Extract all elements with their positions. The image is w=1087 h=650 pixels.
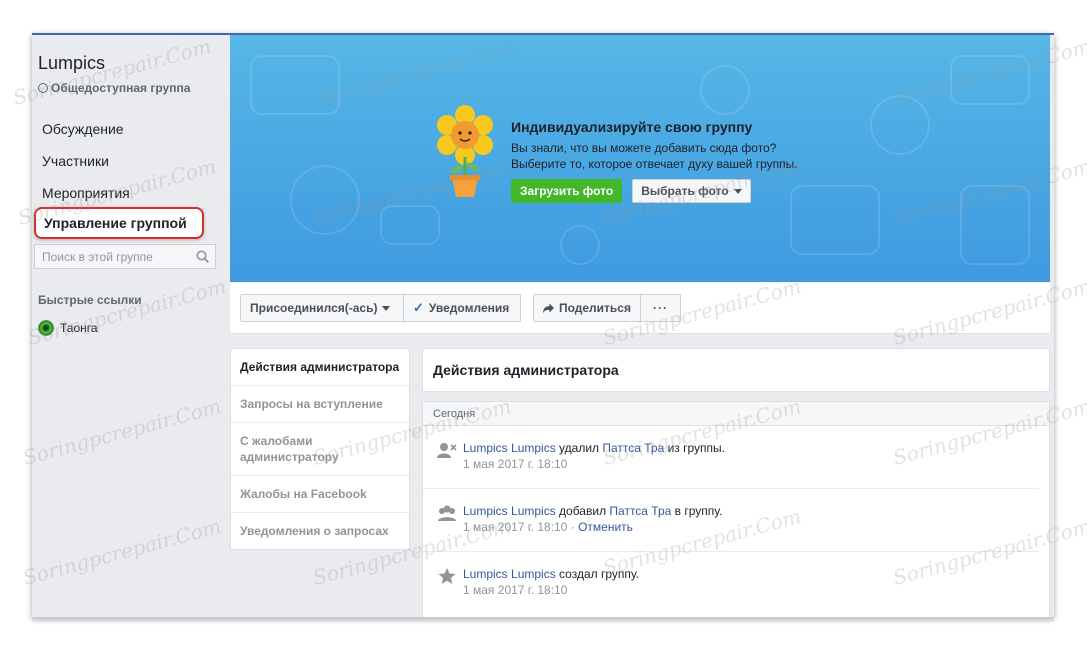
choose-photo-button[interactable]: Выбрать фото	[632, 179, 751, 203]
doodle-decoration	[870, 95, 930, 155]
log-entry: Lumpics Lumpics удалил Паттса Тра из гру…	[423, 426, 1039, 489]
upload-photo-button[interactable]: Загрузить фото	[511, 179, 623, 203]
share-label: Поделиться	[558, 301, 631, 315]
remove-user-icon	[437, 443, 457, 458]
log-tail: в группу.	[671, 504, 723, 518]
actor-link[interactable]: Lumpics Lumpics	[463, 567, 556, 581]
group-cover: Индивидуализируйте свою группу Вы знали,…	[230, 35, 1050, 282]
chevron-down-icon	[733, 188, 742, 194]
quick-link-label: Таонга	[60, 321, 98, 335]
quick-link-item[interactable]: Таонга	[38, 320, 98, 336]
choose-photo-label: Выбрать фото	[641, 184, 729, 198]
admin-activity-log: Сегодня Lumpics Lumpics удалил Паттса Тр…	[422, 401, 1050, 617]
menu-admin-activity[interactable]: Действия администратора	[231, 349, 409, 386]
group-search[interactable]	[34, 244, 216, 269]
search-icon[interactable]	[196, 250, 209, 263]
quick-links-title: Быстрые ссылки	[38, 293, 142, 307]
group-avatar-icon	[38, 320, 54, 336]
date-header: Сегодня	[423, 402, 1049, 426]
left-sidebar: Lumpics Общедоступная группа Обсуждение …	[32, 35, 220, 617]
log-entry: Lumpics Lumpics создал группу. 1 мая 201…	[423, 552, 1039, 615]
doodle-decoration	[950, 55, 1030, 105]
log-timestamp: 1 мая 2017 г. 18:10	[463, 457, 568, 471]
add-members-icon	[438, 505, 456, 521]
promo-text-2: Выберите то, которое отвечает духу вашей…	[511, 157, 798, 171]
actor-link[interactable]: Lumpics Lumpics	[463, 441, 556, 455]
notifications-button[interactable]: ✓ Уведомления	[403, 294, 521, 322]
log-entry: Lumpics Lumpics добавил Паттса Тра в гру…	[423, 489, 1039, 552]
joined-button[interactable]: Присоединился(-ась)	[240, 294, 404, 322]
log-verb: добавил	[555, 504, 610, 518]
star-icon	[438, 568, 456, 584]
group-type-label: Общедоступная группа	[51, 81, 191, 95]
doodle-decoration	[560, 225, 600, 265]
share-button[interactable]: Поделиться	[533, 294, 641, 322]
group-search-input[interactable]	[42, 249, 192, 264]
menu-membership-requests[interactable]: Запросы на вступление	[231, 386, 409, 423]
log-timestamp: 1 мая 2017 г. 18:10 ·	[463, 520, 579, 534]
menu-request-notifications[interactable]: Уведомления о запросах	[231, 513, 409, 549]
log-verb: удалил	[555, 441, 603, 455]
admin-menu: Действия администратора Запросы на вступ…	[230, 348, 410, 550]
facebook-group-window: Lumpics Общедоступная группа Обсуждение …	[32, 33, 1054, 617]
doodle-decoration	[960, 185, 1030, 265]
admin-activity-header: Действия администратора	[422, 348, 1050, 392]
log-timestamp: 1 мая 2017 г. 18:10	[463, 583, 568, 597]
promo-title: Индивидуализируйте свою группу	[511, 119, 753, 135]
checkmark-icon: ✓	[413, 300, 424, 315]
share-arrow-icon	[543, 302, 554, 314]
nav-members[interactable]: Участники	[42, 153, 109, 169]
flower-illustration	[437, 105, 493, 197]
doodle-decoration	[700, 65, 750, 115]
menu-reported-to-admin[interactable]: С жалобами администратору	[231, 423, 409, 476]
actor-link[interactable]: Lumpics Lumpics	[463, 504, 556, 518]
target-link[interactable]: Паттса Тра	[602, 441, 664, 455]
notifications-label: Уведомления	[428, 301, 510, 315]
nav-discussion[interactable]: Обсуждение	[42, 121, 124, 137]
customize-promo: Индивидуализируйте свою группу Вы знали,…	[511, 119, 831, 203]
menu-facebook-reports[interactable]: Жалобы на Facebook	[231, 476, 409, 513]
window-shadow	[32, 617, 1054, 623]
globe-icon	[38, 83, 48, 93]
group-action-bar: Присоединился(-ась) ✓ Уведомления Подели…	[230, 282, 1050, 334]
promo-text-1: Вы знали, что вы можете добавить сюда фо…	[511, 141, 777, 155]
doodle-decoration	[290, 165, 360, 235]
doodle-decoration	[250, 55, 340, 115]
nav-manage-group[interactable]: Управление группой	[34, 207, 204, 239]
joined-label: Присоединился(-ась)	[250, 301, 378, 315]
group-name[interactable]: Lumpics	[38, 53, 105, 74]
doodle-decoration	[380, 205, 440, 245]
group-privacy: Общедоступная группа	[38, 81, 190, 95]
undo-link[interactable]: Отменить	[578, 520, 633, 534]
nav-events[interactable]: Мероприятия	[42, 185, 130, 201]
log-verb: создал группу.	[555, 567, 640, 581]
chevron-down-icon	[382, 305, 391, 311]
log-tail: из группы.	[664, 441, 726, 455]
target-link[interactable]: Паттса Тра	[609, 504, 671, 518]
more-options-button[interactable]: ···	[640, 294, 681, 322]
